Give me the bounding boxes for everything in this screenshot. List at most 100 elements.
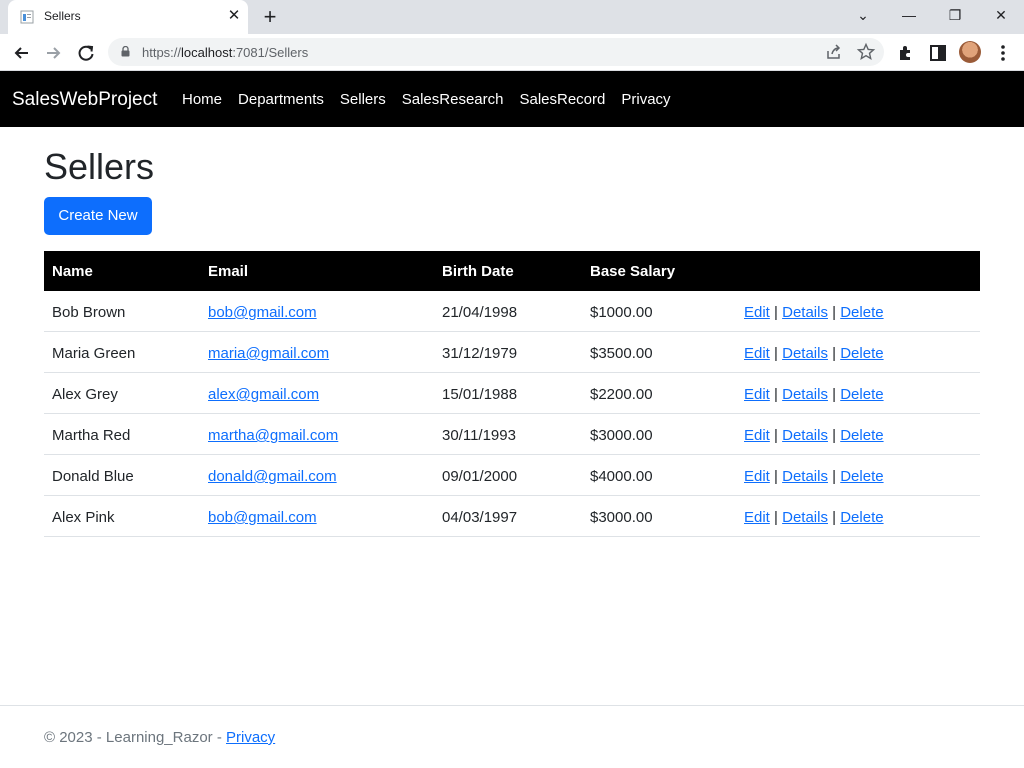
side-panel-icon[interactable]: [925, 40, 951, 66]
action-separator: |: [832, 468, 837, 485]
sellers-table: Name Email Birth Date Base Salary Bob Br…: [44, 251, 980, 537]
browser-tab[interactable]: Sellers ✕: [8, 0, 248, 34]
row-actions: Edit | Details | Delete: [744, 509, 884, 526]
cell-birth-date: 15/01/1988: [442, 386, 518, 403]
table-header: Name Email Birth Date Base Salary: [44, 251, 980, 291]
action-separator: |: [832, 427, 837, 444]
header-birth-date: Birth Date: [442, 263, 514, 280]
table-body: Bob Brown bob@gmail.com 21/04/1998 $1000.00…: [44, 291, 980, 537]
back-icon[interactable]: [9, 40, 35, 66]
nav-link-salesrecord[interactable]: SalesRecord: [519, 91, 605, 108]
forward-icon[interactable]: [40, 40, 66, 66]
nav-link-sellers[interactable]: Sellers: [340, 91, 386, 108]
site-navbar: SalesWebProject Home Departments Sellers…: [0, 71, 1024, 127]
row-actions: Edit | Details | Delete: [744, 468, 884, 485]
profile-avatar[interactable]: [959, 41, 981, 63]
restore-button[interactable]: ❐: [932, 0, 978, 30]
star-icon[interactable]: [856, 42, 876, 62]
edit-link[interactable]: Edit: [744, 304, 770, 321]
details-link[interactable]: Details: [782, 345, 828, 362]
table-row: Donald Blue donald@gmail.com 09/01/2000 $40…: [44, 455, 980, 496]
browser-toolbar: https://localhost:7081/Sellers: [0, 34, 1024, 71]
lock-icon: [121, 46, 130, 57]
cell-base-salary: $3000.00: [590, 509, 653, 526]
window-close-button[interactable]: ✕: [978, 0, 1024, 30]
nav-link-departments[interactable]: Departments: [238, 91, 324, 108]
details-link[interactable]: Details: [782, 304, 828, 321]
page-icon: [20, 10, 34, 24]
share-icon[interactable]: [824, 42, 844, 62]
action-separator: |: [774, 304, 778, 321]
cell-base-salary: $4000.00: [590, 468, 653, 485]
brand-link[interactable]: SalesWebProject: [12, 89, 157, 111]
edit-link[interactable]: Edit: [744, 509, 770, 526]
cell-base-salary: $3500.00: [590, 345, 653, 362]
tab-title: Sellers: [44, 9, 81, 23]
minimize-button[interactable]: —: [886, 0, 932, 30]
cell-base-salary: $2200.00: [590, 386, 653, 403]
cell-name: Donald Blue: [52, 468, 134, 485]
details-link[interactable]: Details: [782, 509, 828, 526]
details-link[interactable]: Details: [782, 427, 828, 444]
edit-link[interactable]: Edit: [744, 386, 770, 403]
row-actions: Edit | Details | Delete: [744, 386, 884, 403]
address-bar[interactable]: https://localhost:7081/Sellers: [108, 38, 884, 66]
row-actions: Edit | Details | Delete: [744, 304, 884, 321]
action-separator: |: [774, 468, 778, 485]
cell-email-link[interactable]: bob@gmail.com: [208, 509, 317, 526]
delete-link[interactable]: Delete: [840, 468, 883, 485]
extensions-icon[interactable]: [893, 40, 919, 66]
delete-link[interactable]: Delete: [840, 509, 883, 526]
table-row: Alex Grey alex@gmail.com 15/01/1988 $2200.0…: [44, 373, 980, 414]
create-new-button[interactable]: Create New: [44, 197, 152, 235]
nav-link-salesresearch[interactable]: SalesResearch: [402, 91, 504, 108]
details-link[interactable]: Details: [782, 468, 828, 485]
table-row: Alex Pink bob@gmail.com 04/03/1997 $3000.00…: [44, 496, 980, 537]
header-name: Name: [52, 263, 93, 280]
delete-link[interactable]: Delete: [840, 304, 883, 321]
row-actions: Edit | Details | Delete: [744, 345, 884, 362]
cell-birth-date: 04/03/1997: [442, 509, 518, 526]
table-row: Bob Brown bob@gmail.com 21/04/1998 $1000.00…: [44, 291, 980, 332]
footer-privacy-link[interactable]: Privacy: [226, 729, 275, 746]
cell-base-salary: $1000.00: [590, 304, 653, 321]
cell-email-link[interactable]: martha@gmail.com: [208, 427, 338, 444]
browser-tab-bar: Sellers ✕ + ⌄ — ❐ ✕: [0, 0, 1024, 34]
action-separator: |: [774, 427, 778, 444]
edit-link[interactable]: Edit: [744, 468, 770, 485]
action-separator: |: [774, 509, 778, 526]
action-separator: |: [774, 345, 778, 362]
nav-link-privacy[interactable]: Privacy: [621, 91, 670, 108]
cell-birth-date: 30/11/1993: [442, 427, 516, 444]
cell-email-link[interactable]: maria@gmail.com: [208, 345, 329, 362]
action-separator: |: [832, 386, 837, 403]
table-row: Maria Green maria@gmail.com 31/12/1979 $350…: [44, 332, 980, 373]
close-tab-icon[interactable]: ✕: [224, 6, 244, 26]
menu-icon[interactable]: [990, 40, 1016, 66]
details-link[interactable]: Details: [782, 386, 828, 403]
header-email: Email: [208, 263, 249, 280]
table-row: Martha Red martha@gmail.com 30/11/1993 $300…: [44, 414, 980, 455]
header-base-salary: Base Salary: [590, 263, 676, 280]
cell-birth-date: 31/12/1979: [442, 345, 518, 362]
cell-email-link[interactable]: bob@gmail.com: [208, 304, 317, 321]
edit-link[interactable]: Edit: [744, 345, 770, 362]
footer-text: © 2023 - Learning_Razor - Privacy: [44, 729, 276, 746]
page-title: Sellers: [44, 146, 155, 187]
cell-name: Bob Brown: [52, 304, 126, 321]
reload-icon[interactable]: [73, 40, 99, 66]
action-separator: |: [832, 304, 837, 321]
tab-search-chevron-icon[interactable]: ⌄: [840, 0, 886, 30]
cell-birth-date: 21/04/1998: [442, 304, 518, 321]
cell-email-link[interactable]: alex@gmail.com: [208, 386, 319, 403]
nav-link-home[interactable]: Home: [182, 91, 222, 108]
new-tab-button[interactable]: +: [258, 5, 282, 29]
delete-link[interactable]: Delete: [840, 427, 883, 444]
edit-link[interactable]: Edit: [744, 427, 770, 444]
url-text: https://localhost:7081/Sellers: [142, 45, 309, 60]
cell-email-link[interactable]: donald@gmail.com: [208, 468, 337, 485]
delete-link[interactable]: Delete: [840, 386, 883, 403]
cell-birth-date: 09/01/2000: [442, 468, 518, 485]
action-separator: |: [832, 509, 837, 526]
delete-link[interactable]: Delete: [840, 345, 883, 362]
